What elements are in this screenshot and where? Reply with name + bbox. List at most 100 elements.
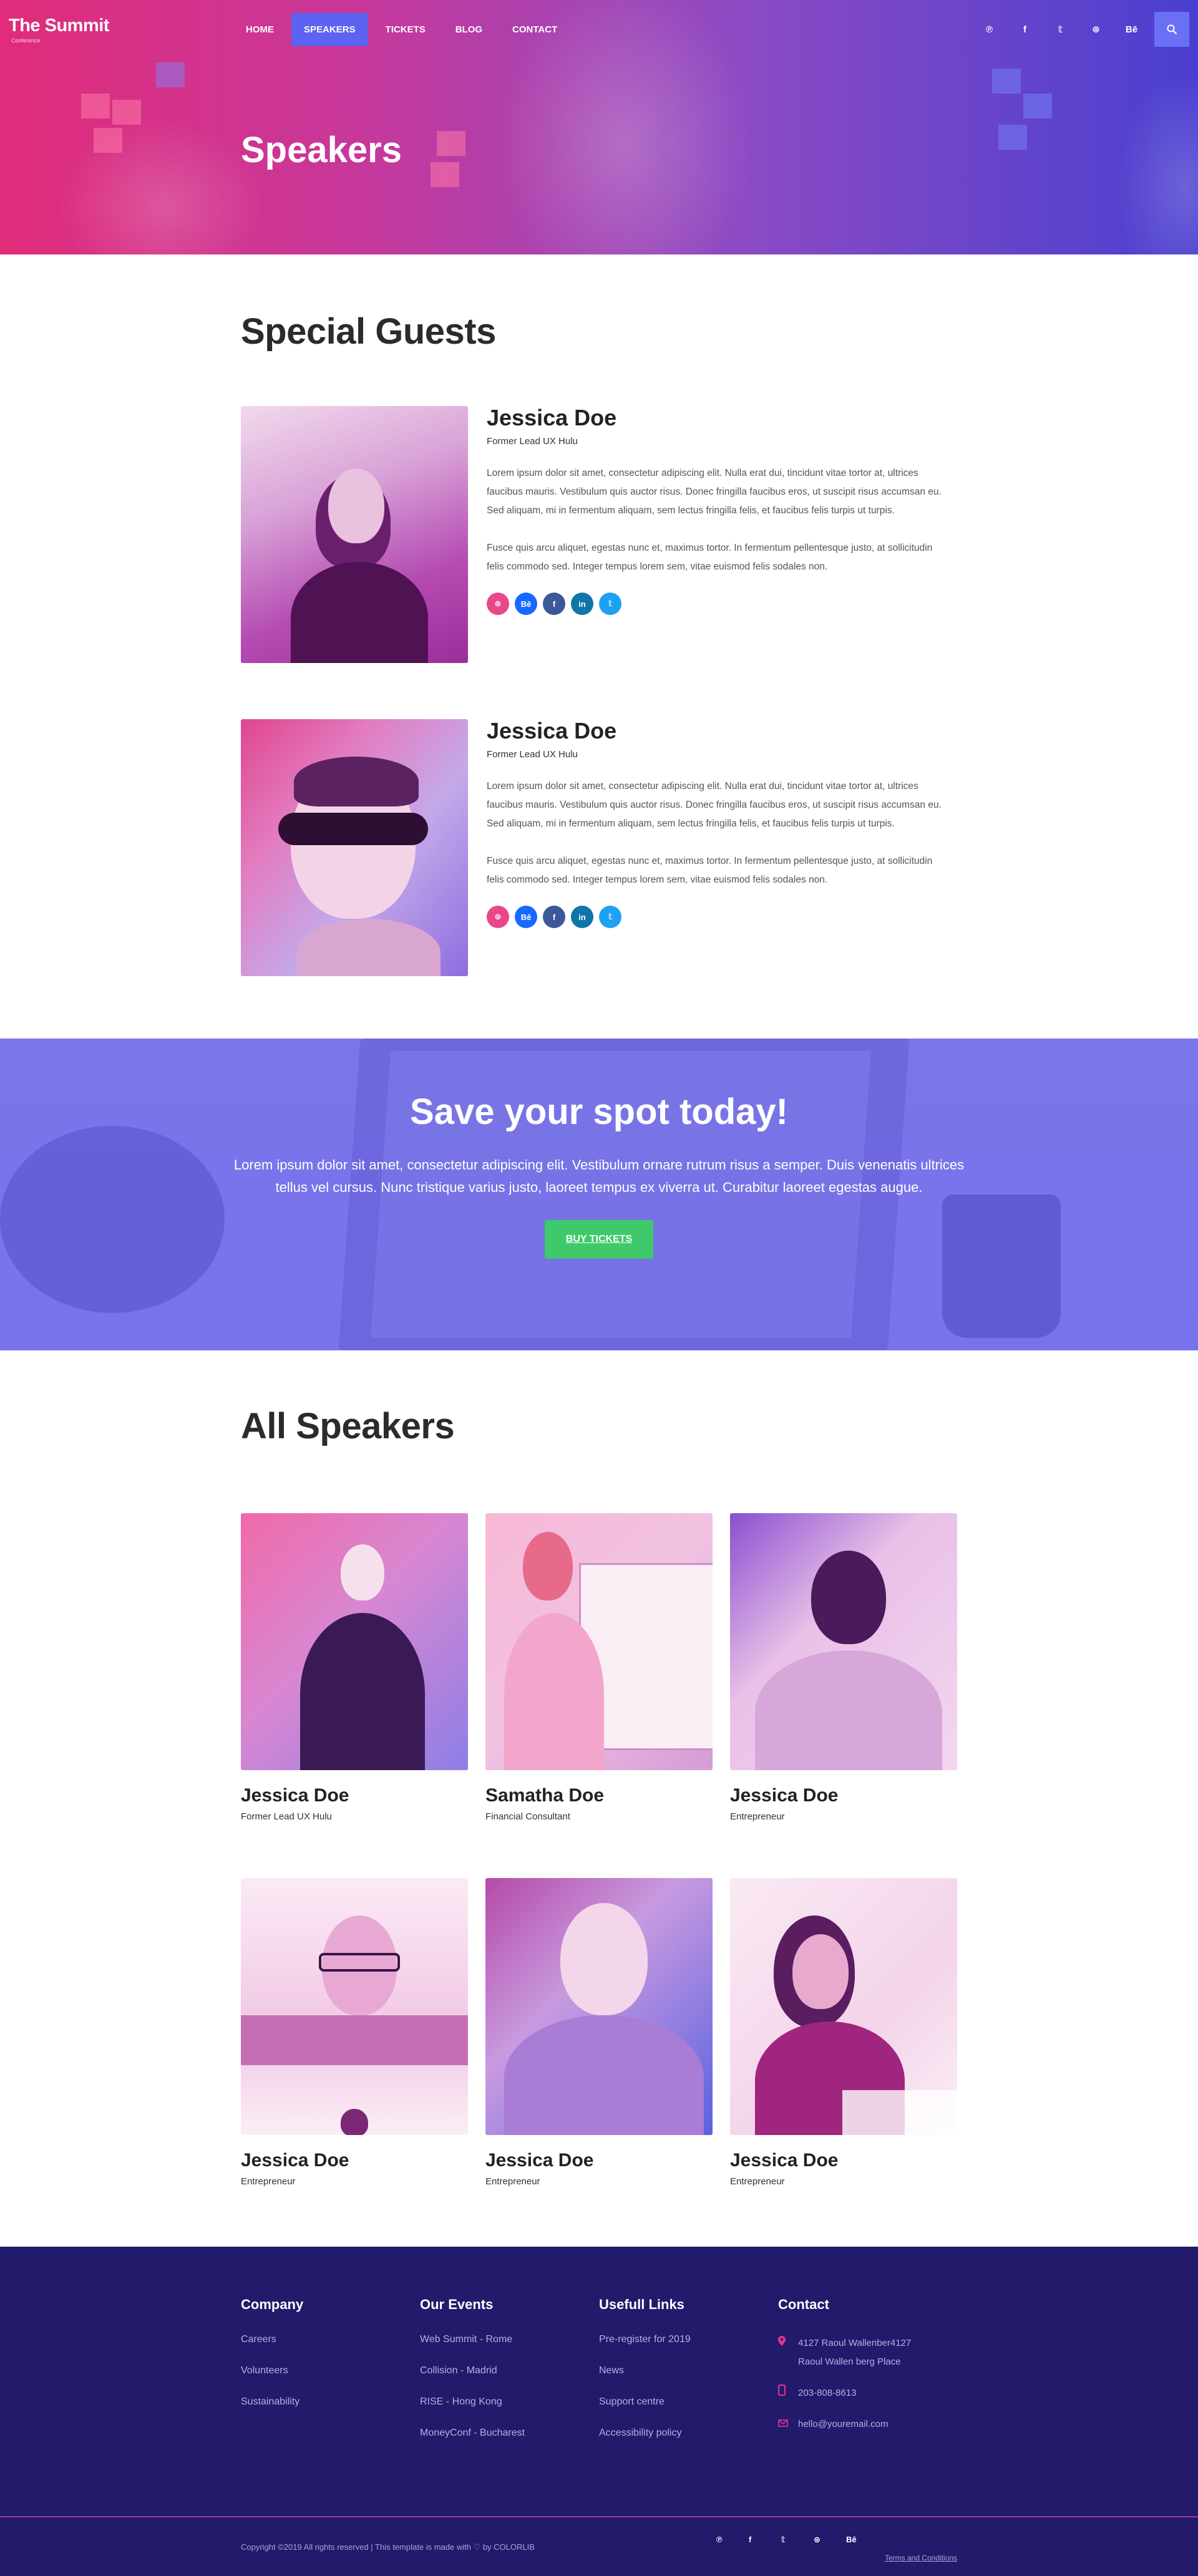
dribbble-icon[interactable]: ⊛ bbox=[814, 2535, 846, 2545]
hero-decoration bbox=[1023, 94, 1052, 119]
guest-bio-paragraph: Fusce quis arcu aliquet, egestas nunc et… bbox=[487, 856, 933, 885]
portrait-face bbox=[328, 468, 384, 543]
hero-decoration bbox=[81, 94, 110, 119]
portrait-body bbox=[241, 2015, 468, 2065]
dribbble-icon[interactable]: ⊛ bbox=[1078, 24, 1114, 35]
speaker-card[interactable]: Samatha Doe Financial Consultant bbox=[485, 1513, 713, 1822]
footer-heading: Contact bbox=[778, 2297, 829, 2312]
guest-name: Jessica Doe bbox=[487, 718, 617, 743]
footer-link[interactable]: Volunteers bbox=[241, 2365, 420, 2376]
portrait-body bbox=[504, 2015, 704, 2135]
footer-column-events: Our Events Web Summit - Rome Collision -… bbox=[420, 2297, 599, 2459]
footer-link[interactable]: Careers bbox=[241, 2334, 420, 2345]
nav-item-tickets[interactable]: Tickets bbox=[373, 13, 438, 46]
guest-role: Former Lead UX Hulu bbox=[487, 749, 578, 760]
nav-item-home[interactable]: Home bbox=[233, 13, 286, 46]
speaker-card[interactable]: Jessica Doe Former Lead UX Hulu bbox=[241, 1513, 468, 1822]
facebook-icon[interactable]: f bbox=[1007, 24, 1043, 35]
contact-address: 4127 Raoul Wallenber4127 Raoul Wallen be… bbox=[778, 2334, 957, 2371]
dribbble-icon[interactable]: ⊛ bbox=[487, 593, 509, 615]
hero-decoration bbox=[156, 62, 185, 87]
facebook-icon[interactable]: f bbox=[543, 593, 565, 615]
hero-decoration bbox=[437, 131, 465, 156]
speaker-photo bbox=[730, 1878, 957, 2135]
footer-link[interactable]: RISE - Hong Kong bbox=[420, 2396, 599, 2408]
behance-icon[interactable]: Bē bbox=[846, 2535, 879, 2545]
portrait-body bbox=[300, 1613, 425, 1770]
speaker-card[interactable]: Jessica Doe Entrepreneur bbox=[485, 1878, 713, 2187]
speaker-role: Financial Consultant bbox=[485, 1811, 570, 1822]
site-footer: Company Careers Volunteers Sustainabilit… bbox=[0, 2247, 1198, 2576]
footer-link[interactable]: Sustainability bbox=[241, 2396, 420, 2408]
hero-decoration bbox=[112, 100, 141, 125]
terms-link[interactable]: Terms and Conditions bbox=[885, 2554, 957, 2562]
pinterest-icon[interactable]: ℗ bbox=[716, 2535, 749, 2545]
behance-icon[interactable]: Bē bbox=[515, 906, 537, 928]
search-button[interactable] bbox=[1154, 12, 1189, 47]
twitter-icon[interactable]: 𝕥 bbox=[781, 2535, 814, 2545]
dribbble-icon[interactable]: ⊛ bbox=[487, 906, 509, 928]
brand-title: The Summit bbox=[9, 15, 109, 36]
footer-link[interactable]: Collision - Madrid bbox=[420, 2365, 599, 2376]
footer-heading: Company bbox=[241, 2297, 304, 2312]
footer-link[interactable]: Support centre bbox=[599, 2396, 778, 2408]
portrait-body bbox=[504, 1613, 604, 1770]
portrait-body bbox=[297, 919, 441, 976]
search-icon bbox=[1167, 24, 1177, 34]
guest-card: Jessica Doe Former Lead UX Hulu Lorem ip… bbox=[241, 405, 957, 663]
facebook-icon[interactable]: f bbox=[749, 2535, 781, 2545]
contact-email[interactable]: hello@youremail.com bbox=[778, 2415, 957, 2434]
speaker-name: Samatha Doe bbox=[485, 1785, 605, 1806]
guest-details: Jessica Doe Former Lead UX Hulu Lorem ip… bbox=[487, 718, 945, 976]
brand-logo[interactable]: The Summit Conference bbox=[9, 16, 233, 44]
portrait-body bbox=[755, 1650, 942, 1770]
twitter-icon[interactable]: 𝕥 bbox=[1043, 24, 1078, 35]
footer-link[interactable]: Web Summit - Rome bbox=[420, 2334, 599, 2345]
apple-logo-icon bbox=[341, 2109, 368, 2135]
speaker-role: Entrepreneur bbox=[241, 2176, 296, 2187]
speaker-photo bbox=[485, 1513, 713, 1770]
linkedin-icon[interactable]: in bbox=[571, 593, 593, 615]
guest-social-links: ⊛ Bē f in 𝕥 bbox=[487, 593, 945, 615]
speaker-photo bbox=[485, 1878, 713, 2135]
guest-details: Jessica Doe Former Lead UX Hulu Lorem ip… bbox=[487, 405, 945, 663]
pinterest-icon[interactable]: ℗ bbox=[972, 24, 1007, 35]
top-navbar: The Summit Conference Home Speakers Tick… bbox=[0, 0, 1198, 59]
footer-heading: Our Events bbox=[420, 2297, 494, 2312]
nav-item-contact[interactable]: Contact bbox=[500, 13, 570, 46]
speaker-card[interactable]: Jessica Doe Entrepreneur bbox=[241, 1878, 468, 2187]
guest-bio-paragraph: Fusce quis arcu aliquet, egestas nunc et… bbox=[487, 543, 933, 572]
linkedin-icon[interactable]: in bbox=[571, 906, 593, 928]
nav-item-speakers[interactable]: Speakers bbox=[291, 12, 368, 46]
hero-decoration bbox=[94, 128, 122, 153]
glasses-icon bbox=[319, 1953, 400, 1972]
footer-link[interactable]: News bbox=[599, 2365, 778, 2376]
special-guests-title: Special Guests bbox=[241, 311, 496, 352]
speaker-card[interactable]: Jessica Doe Entrepreneur bbox=[730, 1878, 957, 2187]
nav-item-blog[interactable]: Blog bbox=[443, 13, 495, 46]
speaker-role: Former Lead UX Hulu bbox=[241, 1811, 332, 1822]
guest-name: Jessica Doe bbox=[487, 405, 617, 430]
portrait-face bbox=[811, 1551, 886, 1644]
footer-column-company: Company Careers Volunteers Sustainabilit… bbox=[241, 2297, 420, 2459]
sunglasses-icon bbox=[278, 813, 428, 845]
footer-column-useful-links: Usefull Links Pre-register for 2019 News… bbox=[599, 2297, 778, 2459]
guest-role: Former Lead UX Hulu bbox=[487, 436, 578, 447]
page-hero: The Summit Conference Home Speakers Tick… bbox=[0, 0, 1198, 254]
behance-icon[interactable]: Bē bbox=[515, 593, 537, 615]
footer-link[interactable]: MoneyConf - Bucharest bbox=[420, 2428, 599, 2439]
header-social-links: ℗ f 𝕥 ⊛ Bē bbox=[972, 12, 1189, 47]
contact-phone[interactable]: 203-808-8613 bbox=[778, 2384, 957, 2403]
behance-icon[interactable]: Bē bbox=[1114, 24, 1149, 35]
twitter-icon[interactable]: 𝕥 bbox=[599, 906, 621, 928]
footer-link[interactable]: Accessibility policy bbox=[599, 2428, 778, 2439]
footer-link[interactable]: Pre-register for 2019 bbox=[599, 2334, 778, 2345]
all-speakers-title: All Speakers bbox=[241, 1406, 455, 1446]
guest-photo bbox=[241, 406, 468, 663]
guest-social-links: ⊛ Bē f in 𝕥 bbox=[487, 906, 945, 928]
buy-tickets-button[interactable]: Buy Tickets bbox=[544, 1220, 654, 1259]
speakers-grid: Jessica Doe Former Lead UX Hulu Samatha … bbox=[241, 1513, 957, 2187]
facebook-icon[interactable]: f bbox=[543, 906, 565, 928]
speaker-card[interactable]: Jessica Doe Entrepreneur bbox=[730, 1513, 957, 1822]
twitter-icon[interactable]: 𝕥 bbox=[599, 593, 621, 615]
